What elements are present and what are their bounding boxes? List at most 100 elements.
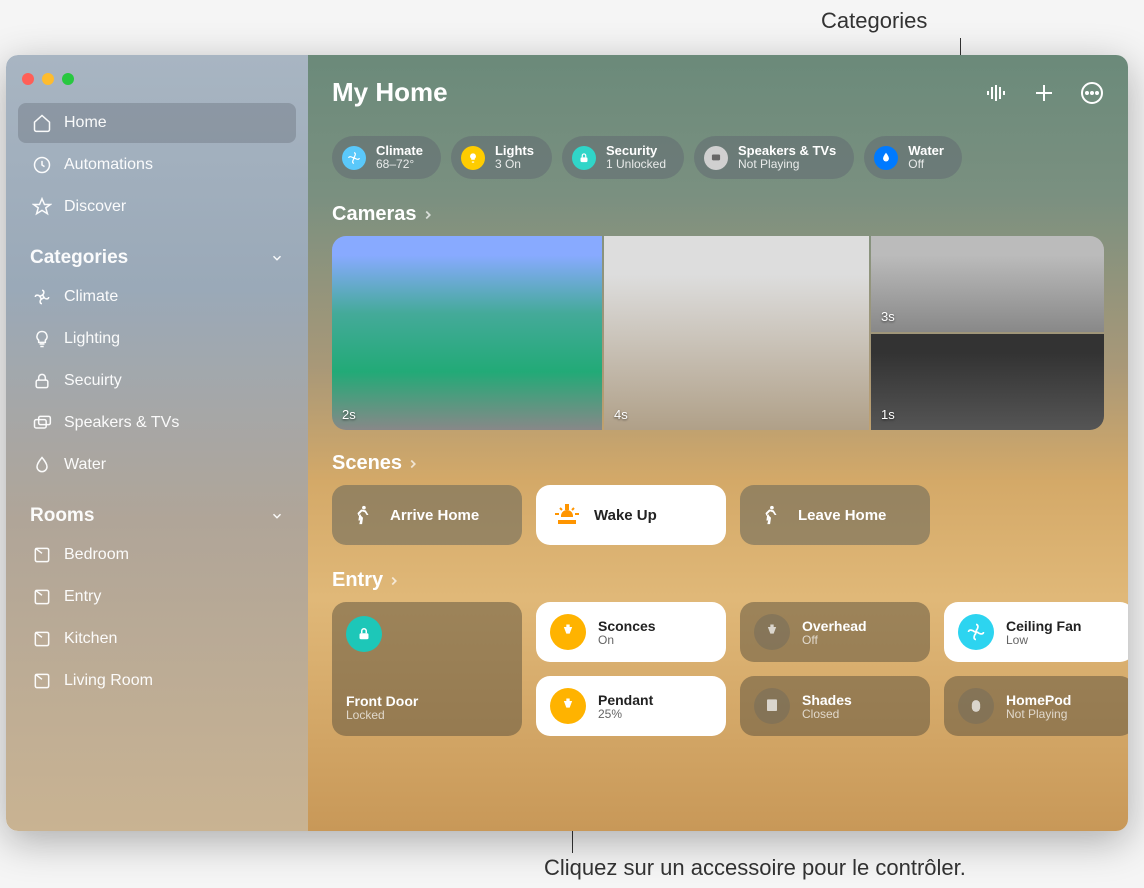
drop-icon (874, 146, 898, 170)
chevron-down-icon (270, 509, 284, 523)
pill-label: Lights (495, 144, 534, 158)
sidebar-item-home[interactable]: Home (18, 103, 296, 143)
sidebar-section-rooms[interactable]: Rooms (6, 487, 308, 535)
section-label: Entry (332, 569, 383, 592)
camera-tile[interactable]: 3s (871, 236, 1104, 332)
tv-icon (32, 413, 52, 433)
sidebar-section-categories[interactable]: Categories (6, 229, 308, 277)
sidebar-item-label: Automations (64, 156, 153, 174)
tile-label: Shades (802, 692, 852, 708)
sidebar-item-label: Discover (64, 198, 126, 216)
bulb-icon (461, 146, 485, 170)
sidebar-item-speakers-tvs[interactable]: Speakers & TVs (18, 403, 296, 443)
tile-status: Off (802, 634, 867, 648)
minimize-window-button[interactable] (42, 73, 54, 85)
sidebar-item-label: Lighting (64, 330, 120, 348)
section-scenes-header[interactable]: Scenes (332, 452, 1104, 475)
tile-label: Sconces (598, 618, 656, 634)
header: My Home (332, 77, 1104, 108)
section-cameras-header[interactable]: Cameras (332, 203, 1104, 226)
sidebar-item-lighting[interactable]: Lighting (18, 319, 296, 359)
sidebar-item-label: Secuirty (64, 372, 122, 390)
tv-icon (704, 146, 728, 170)
home-icon (32, 113, 52, 133)
pill-status: 1 Unlocked (606, 158, 666, 171)
fan-icon (32, 287, 52, 307)
category-pill-water[interactable]: WaterOff (864, 136, 962, 179)
camera-timestamp: 2s (342, 407, 356, 422)
zoom-window-button[interactable] (62, 73, 74, 85)
sidebar-item-label: Entry (64, 588, 101, 606)
pill-label: Water (908, 144, 944, 158)
pill-status: 68–72° (376, 158, 423, 171)
page-title: My Home (332, 77, 448, 108)
tile-status: Low (1006, 634, 1081, 648)
category-pill-speakers-tvs[interactable]: Speakers & TVsNot Playing (694, 136, 854, 179)
sidebar-item-label: Speakers & TVs (64, 414, 179, 432)
section-entry-header[interactable]: Entry (332, 569, 1104, 592)
sidebar-item-security[interactable]: Secuirty (18, 361, 296, 401)
walk-icon (758, 502, 784, 528)
pill-status: Off (908, 158, 944, 171)
scene-leave-home[interactable]: Leave Home (740, 485, 930, 545)
scene-label: Wake Up (594, 507, 657, 524)
tile-overhead[interactable]: OverheadOff (740, 602, 930, 662)
lock-icon (32, 371, 52, 391)
scenes-row: Arrive Home Wake Up Leave Home (332, 485, 1104, 545)
tile-ceiling-fan[interactable]: Ceiling FanLow (944, 602, 1128, 662)
homepod-icon (958, 688, 994, 724)
tile-shades[interactable]: ShadesClosed (740, 676, 930, 736)
tile-pendant[interactable]: Pendant25% (536, 676, 726, 736)
room-icon (32, 629, 52, 649)
tile-sconces[interactable]: SconcesOn (536, 602, 726, 662)
scene-arrive-home[interactable]: Arrive Home (332, 485, 522, 545)
section-label: Cameras (332, 203, 417, 226)
sidebar-item-bedroom[interactable]: Bedroom (18, 535, 296, 575)
category-pill-lights[interactable]: Lights3 On (451, 136, 552, 179)
chevron-right-icon (406, 457, 420, 471)
camera-timestamp: 1s (881, 407, 895, 422)
sidebar-rooms: Bedroom Entry Kitchen Living Room (6, 535, 308, 701)
intercom-button[interactable] (984, 81, 1008, 105)
pill-label: Security (606, 144, 666, 158)
tile-front-door[interactable]: Front DoorLocked (332, 602, 522, 736)
camera-timestamp: 4s (614, 407, 628, 422)
annotation-accessory: Cliquez sur un accessoire pour le contrô… (544, 855, 966, 881)
category-pill-security[interactable]: Security1 Unlocked (562, 136, 684, 179)
star-icon (32, 197, 52, 217)
scene-label: Leave Home (798, 507, 886, 524)
add-button[interactable] (1032, 81, 1056, 105)
sidebar-item-entry[interactable]: Entry (18, 577, 296, 617)
category-pill-climate[interactable]: Climate68–72° (332, 136, 441, 179)
sidebar-item-climate[interactable]: Climate (18, 277, 296, 317)
section-label: Categories (30, 247, 128, 269)
close-window-button[interactable] (22, 73, 34, 85)
drop-icon (32, 455, 52, 475)
fan-icon (958, 614, 994, 650)
sidebar-item-automations[interactable]: Automations (18, 145, 296, 185)
light-icon (550, 614, 586, 650)
pill-label: Speakers & TVs (738, 144, 836, 158)
camera-tile[interactable]: 2s (332, 236, 602, 430)
more-button[interactable] (1080, 81, 1104, 105)
sidebar-item-water[interactable]: Water (18, 445, 296, 485)
tile-label: Front Door (346, 693, 418, 709)
chevron-right-icon (421, 208, 435, 222)
sidebar-item-kitchen[interactable]: Kitchen (18, 619, 296, 659)
sidebar-item-discover[interactable]: Discover (18, 187, 296, 227)
pill-status: Not Playing (738, 158, 836, 171)
sidebar-item-living-room[interactable]: Living Room (18, 661, 296, 701)
tile-label: Overhead (802, 618, 867, 634)
sidebar-item-label: Home (64, 114, 107, 132)
entry-tiles: Front DoorLocked SconcesOn OverheadOff C… (332, 602, 1104, 736)
camera-tile[interactable]: 4s (604, 236, 869, 430)
camera-tile[interactable]: 1s (871, 334, 1104, 430)
camera-timestamp: 3s (881, 309, 895, 324)
sidebar-item-label: Kitchen (64, 630, 117, 648)
tile-homepod[interactable]: HomePodNot Playing (944, 676, 1128, 736)
room-icon (32, 587, 52, 607)
tile-status: Closed (802, 708, 852, 722)
light-icon (550, 688, 586, 724)
scene-wake-up[interactable]: Wake Up (536, 485, 726, 545)
lock-icon (346, 616, 382, 652)
